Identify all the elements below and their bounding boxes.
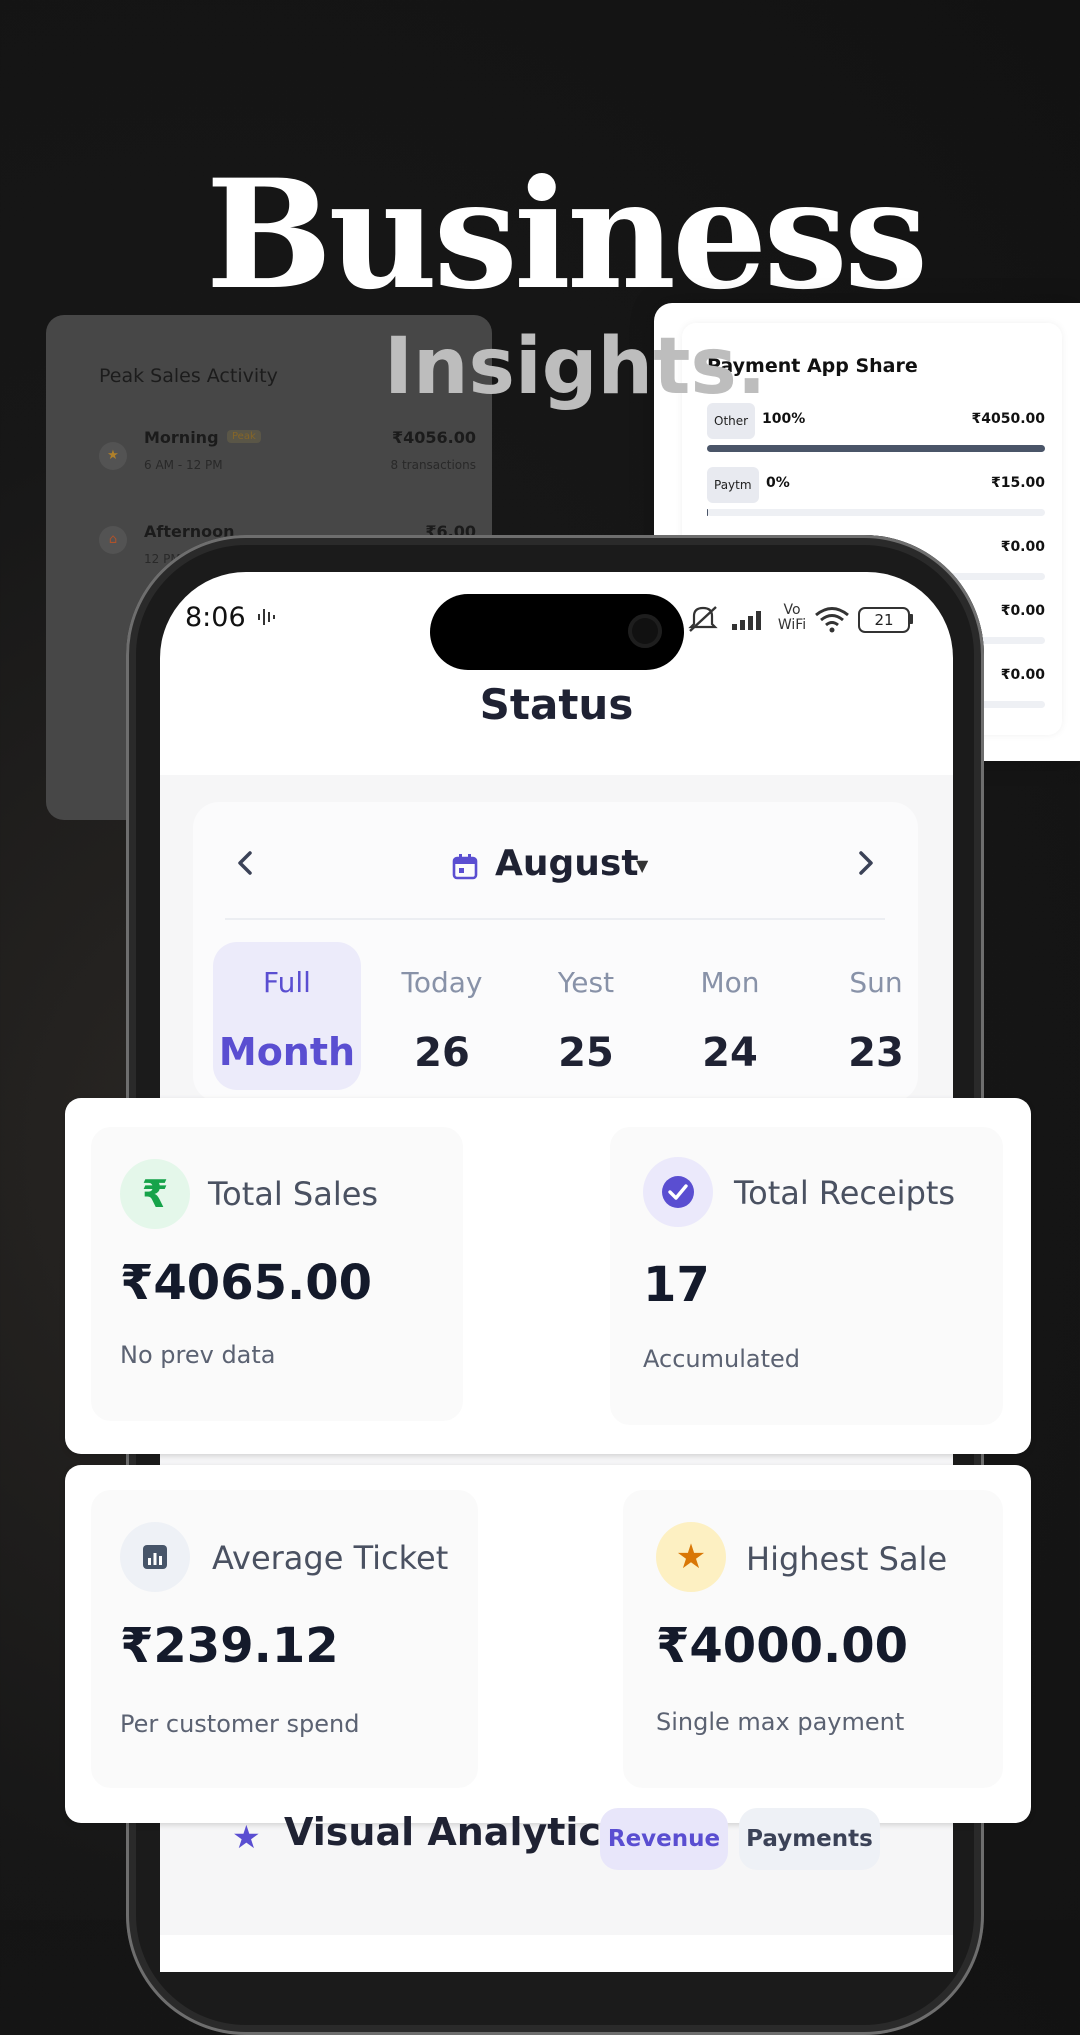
star-icon: ★	[99, 442, 127, 470]
peak-row-time: 6 AM - 12 PM	[144, 458, 223, 472]
payment-amount: ₹15.00	[990, 475, 1045, 491]
stat-card-total-receipts: Total Receipts 17 Accumulated	[610, 1127, 1003, 1425]
stat-card-highest-sale: ★ Highest Sale ₹4000.00 Single max payme…	[623, 1490, 1003, 1788]
payment-amount: ₹0.00	[1000, 667, 1045, 683]
stat-label: Total Sales	[208, 1175, 379, 1213]
day-option-yest[interactable]: Yest 25	[516, 942, 656, 1090]
payment-share-bar	[707, 445, 1045, 452]
page-title: Status	[479, 680, 634, 729]
peak-row-morning: ★ Morning Peak 6 AM - 12 PM ₹4056.00 8 t…	[99, 428, 476, 498]
stat-value: 17	[643, 1257, 710, 1313]
check-circle-icon	[643, 1157, 713, 1227]
payment-row-paytm: Paytm 0% ₹15.00	[707, 467, 1045, 516]
peak-row-transactions: 8 transactions	[390, 458, 477, 472]
stat-label: Average Ticket	[212, 1539, 449, 1577]
peak-sales-title: Peak Sales Activity	[99, 365, 278, 387]
tab-payments[interactable]: Payments	[739, 1808, 880, 1870]
visual-analytics-title: Visual Analytics	[284, 1810, 624, 1854]
payment-amount: ₹4050.00	[971, 411, 1045, 427]
day-option-mon[interactable]: Mon 24	[660, 942, 800, 1090]
front-camera	[628, 614, 662, 648]
day-option-today[interactable]: Today 26	[372, 942, 512, 1090]
star-icon: ★	[656, 1522, 726, 1592]
stat-subtext: Single max payment	[656, 1708, 905, 1736]
next-month-button[interactable]	[853, 845, 879, 890]
stat-subtext: Per customer spend	[120, 1710, 360, 1738]
wifi-icon	[814, 604, 850, 638]
calendar-icon	[452, 854, 478, 880]
mute-icon	[686, 604, 720, 638]
payment-share-fill	[707, 445, 1045, 452]
day-option-label: Sun	[849, 966, 903, 999]
day-option-value: 24	[702, 1030, 758, 1076]
battery-indicator: 21	[858, 607, 910, 633]
stat-value: ₹239.12	[120, 1618, 339, 1674]
payment-percent: 100%	[762, 411, 806, 427]
vowifi-label: Vo WiFi	[777, 602, 807, 633]
day-option-label: Today	[401, 966, 483, 999]
stat-value: ₹4065.00	[120, 1255, 373, 1311]
day-option-sun[interactable]: Sun 23	[806, 942, 946, 1090]
month-divider	[225, 918, 885, 920]
day-option-full-month[interactable]: Full Month	[217, 942, 357, 1090]
stat-subtext: No prev data	[120, 1341, 276, 1369]
day-option-value: 23	[848, 1030, 904, 1076]
month-dropdown[interactable]: August	[495, 843, 639, 884]
hero-title: Business	[205, 147, 929, 323]
stat-value: ₹4000.00	[656, 1618, 909, 1674]
chevron-down-icon[interactable]: ▼	[636, 856, 648, 875]
peak-row-name: Morning	[144, 428, 219, 447]
payment-percent: 0%	[766, 475, 790, 491]
prev-month-button[interactable]	[232, 845, 258, 890]
stat-label: Total Receipts	[734, 1174, 956, 1212]
stat-subtext: Accumulated	[643, 1345, 800, 1373]
tab-revenue[interactable]: Revenue	[600, 1808, 728, 1870]
payment-amount: ₹0.00	[1000, 539, 1045, 555]
status-bar-time: 8:06	[185, 602, 246, 633]
peak-badge: Peak	[227, 430, 261, 443]
bar-chart-icon	[120, 1522, 190, 1592]
battery-cap	[909, 614, 913, 624]
signal-icon	[730, 608, 768, 636]
day-option-label: Yest	[557, 966, 615, 999]
payment-app-chip: Paytm	[707, 467, 759, 503]
hero-subtitle: Insights.	[384, 322, 767, 412]
rupee-icon: ₹	[120, 1159, 190, 1229]
day-option-value: 25	[558, 1030, 614, 1076]
stat-card-total-sales: ₹ Total Sales ₹4065.00 No prev data	[91, 1127, 463, 1421]
voice-wave-icon	[256, 606, 280, 633]
peak-row-amount: ₹4056.00	[391, 428, 476, 447]
day-option-label: Mon	[700, 966, 760, 999]
day-option-value: 26	[414, 1030, 470, 1076]
stat-label: Highest Sale	[746, 1540, 948, 1578]
day-option-value: Month	[218, 1030, 356, 1074]
home-icon: ⌂	[99, 526, 127, 554]
payment-share-bar	[707, 509, 1045, 516]
star-icon: ★	[232, 1818, 261, 1856]
stat-card-average-ticket: Average Ticket ₹239.12 Per customer spen…	[91, 1490, 478, 1788]
day-option-label: Full	[263, 966, 311, 999]
payment-amount: ₹0.00	[1000, 603, 1045, 619]
payment-share-fill	[707, 509, 709, 516]
